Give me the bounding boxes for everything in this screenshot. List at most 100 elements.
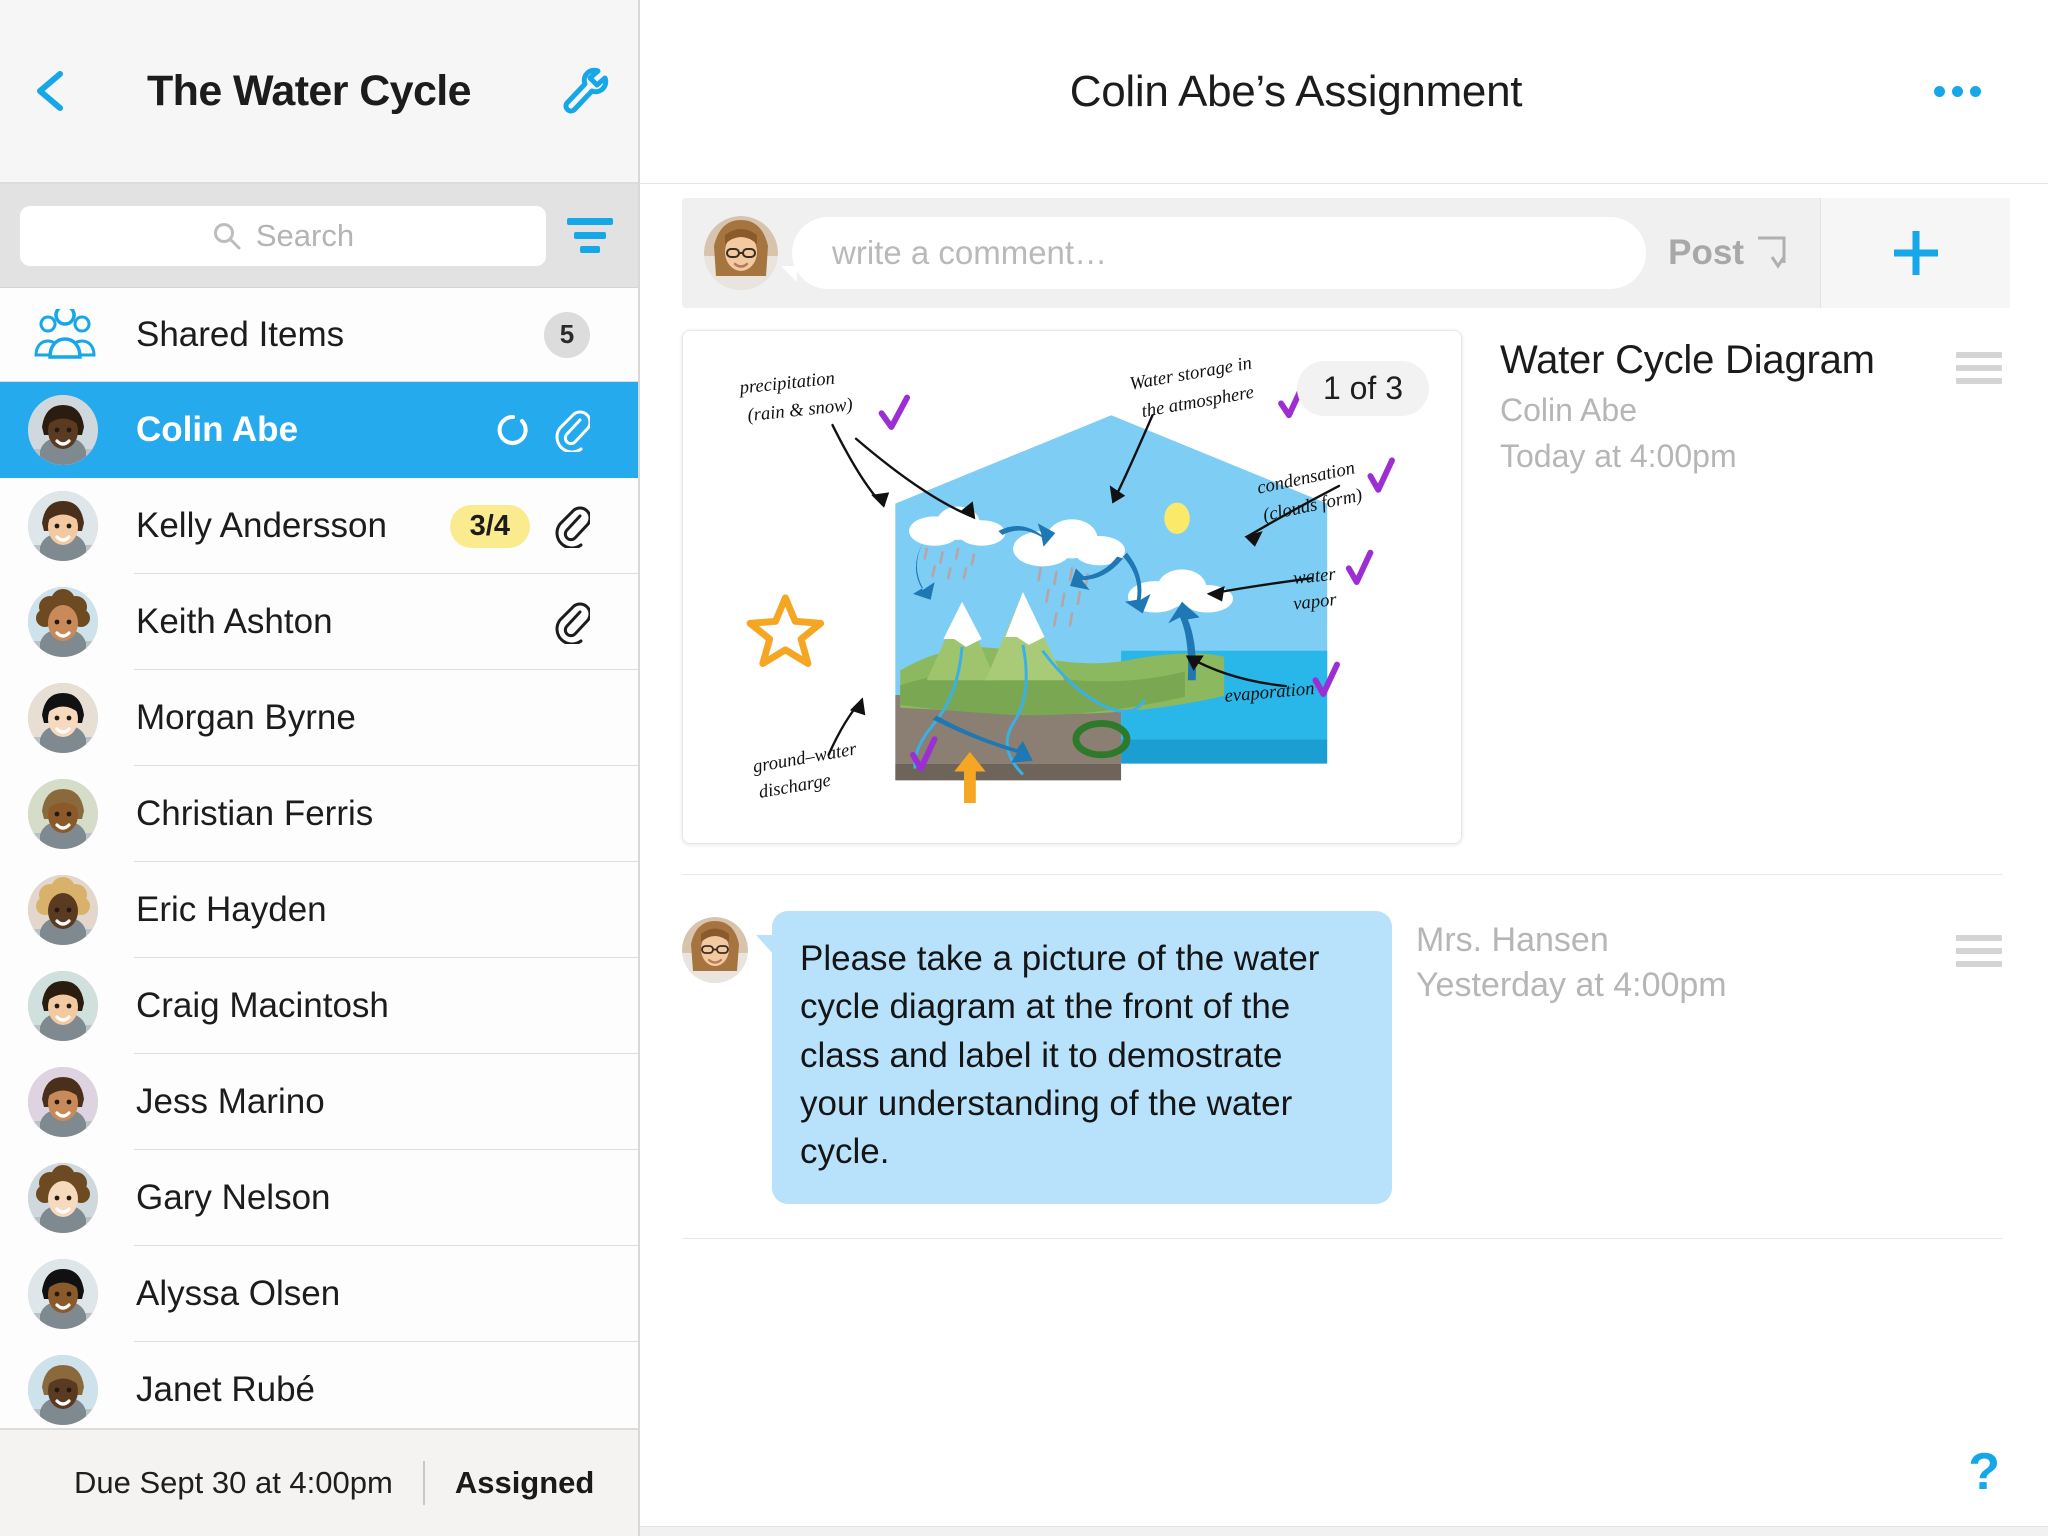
student-name: Colin Abe (136, 410, 299, 449)
student-name: Jess Marino (136, 1082, 325, 1121)
comment-compose-bar: write a comment… Post (682, 198, 2010, 308)
student-name: Janet Rubé (136, 1370, 316, 1409)
main-header: Colin Abe’s Assignment (640, 0, 2048, 184)
avatar (682, 917, 748, 983)
divider (422, 1461, 425, 1505)
water-cycle-diagram: precipitation (rain & snow) Water storag… (699, 347, 1445, 827)
attachment-timestamp: Today at 4:00pm (1500, 438, 1737, 474)
sidebar-item-student[interactable]: Jess Marino (0, 1054, 638, 1150)
status-badge: Assigned (454, 1465, 595, 1500)
comment-meta: Mrs. Hansen Yesterday at 4:00pm (1416, 911, 2002, 1204)
row-indicators (552, 600, 590, 644)
sidebar: The Water Cycle Search Shared Items 5 Co… (0, 0, 640, 1536)
student-name: Morgan Byrne (136, 698, 356, 737)
progress-badge: 3/4 (449, 504, 530, 548)
student-name: Keith Ashton (136, 602, 333, 641)
paperclip-icon (555, 602, 590, 644)
assignment-content: precipitation (rain & snow) Water storag… (640, 308, 2048, 1536)
filter-icon[interactable] (564, 206, 616, 266)
page-title: The Water Cycle (147, 66, 472, 115)
avatar (28, 1067, 98, 1137)
student-name: Gary Nelson (136, 1178, 331, 1217)
shared-items-count-badge: 5 (544, 311, 590, 358)
drag-handle-icon[interactable] (1956, 352, 2002, 844)
plus-icon (1893, 231, 1938, 275)
comment-bubble: Please take a picture of the water cycle… (756, 911, 1392, 1205)
sidebar-item-student[interactable]: Alyssa Olsen (0, 1246, 638, 1342)
comment-timestamp: Yesterday at 4:00pm (1416, 966, 1727, 1004)
avatar (28, 1259, 98, 1329)
svg-text:vapor: vapor (1292, 589, 1338, 615)
avatar (28, 875, 98, 945)
student-list: Shared Items 5 Colin Abe Kelly Andersson… (0, 288, 638, 1428)
bottom-strip (640, 1526, 2048, 1536)
attachment-meta: Water Cycle Diagram Colin Abe Today at 4… (1500, 330, 2002, 844)
return-arrow-icon (1758, 236, 1786, 269)
assignment-status-bar: Due Sept 30 at 4:00pm Assigned (0, 1428, 638, 1536)
search-placeholder: Search (255, 217, 355, 253)
row-indicators (496, 408, 590, 452)
student-name: Craig Macintosh (136, 986, 389, 1025)
assignment-title: Colin Abe’s Assignment (1069, 66, 1523, 116)
sidebar-item-student[interactable]: Christian Ferris (0, 766, 638, 862)
divider (682, 1238, 2002, 1240)
paperclip-icon (555, 410, 590, 452)
avatar (28, 683, 98, 753)
student-name: Christian Ferris (136, 794, 374, 833)
comment-placeholder: write a comment… (832, 234, 1108, 271)
paperclip-icon[interactable] (552, 504, 590, 548)
avatar (28, 395, 98, 465)
sidebar-item-student[interactable]: Colin Abe (0, 382, 638, 478)
comment-input[interactable]: write a comment… (780, 217, 1647, 289)
sidebar-item-student[interactable]: Janet Rubé (0, 1342, 638, 1428)
main-panel: Colin Abe’s Assignment write a comment… … (640, 0, 2048, 1536)
paperclip-icon[interactable] (552, 408, 590, 452)
post-button[interactable]: Post (1668, 233, 1790, 273)
row-indicators: 3/4 (449, 504, 590, 548)
sidebar-item-student[interactable]: Gary Nelson (0, 1150, 638, 1246)
sidebar-header: The Water Cycle (0, 0, 638, 184)
people-icon (28, 308, 102, 361)
student-name: Alyssa Olsen (136, 1274, 341, 1313)
svg-text:water: water (1292, 564, 1337, 589)
sidebar-item-student[interactable]: Craig Macintosh (0, 958, 638, 1054)
svg-text:ground–water: ground–water (751, 738, 859, 777)
sidebar-item-shared-items[interactable]: Shared Items 5 (0, 288, 638, 382)
sidebar-item-student[interactable]: Keith Ashton (0, 574, 638, 670)
svg-text:(rain & snow): (rain & snow) (746, 394, 853, 426)
paperclip-icon[interactable] (552, 600, 590, 644)
attachment-author: Colin Abe (1500, 392, 1637, 428)
student-name: Eric Hayden (136, 890, 327, 929)
help-button[interactable]: ? (1968, 1446, 2000, 1498)
sidebar-item-student[interactable]: Kelly Andersson 3/4 (0, 478, 638, 574)
post-button-label: Post (1668, 233, 1744, 272)
wrench-icon[interactable] (554, 63, 610, 119)
avatar (28, 491, 98, 561)
drag-handle-icon[interactable] (1956, 935, 2002, 1204)
avatar (28, 971, 98, 1041)
ellipsis-icon[interactable] (1912, 86, 2002, 97)
paperclip-icon (555, 506, 590, 548)
add-attachment-button[interactable] (1820, 198, 2010, 308)
avatar (28, 1355, 98, 1425)
sidebar-item-label: Shared Items (136, 314, 345, 354)
student-name: Kelly Andersson (136, 506, 387, 545)
progress-ring-icon (497, 414, 528, 445)
due-date-text: Due Sept 30 at 4:00pm (74, 1465, 393, 1500)
attachment-card[interactable]: precipitation (rain & snow) Water storag… (682, 330, 1462, 844)
search-icon (213, 222, 241, 249)
comment-author: Mrs. Hansen (1416, 921, 1609, 959)
sidebar-search-bar: Search (0, 184, 638, 288)
comment-item: Please take a picture of the water cycle… (640, 875, 2048, 1205)
page-indicator: 1 of 3 (1296, 361, 1429, 417)
avatar (28, 1163, 98, 1233)
avatar (28, 587, 98, 657)
assignment-app: The Water Cycle Search Shared Items 5 Co… (0, 0, 2048, 1536)
avatar (704, 216, 778, 290)
search-input[interactable]: Search (20, 205, 546, 266)
sidebar-item-student[interactable]: Morgan Byrne (0, 670, 638, 766)
svg-text:precipitation: precipitation (737, 368, 836, 399)
attachment-title: Water Cycle Diagram (1500, 338, 1875, 382)
avatar (28, 779, 98, 849)
sidebar-item-student[interactable]: Eric Hayden (0, 862, 638, 958)
